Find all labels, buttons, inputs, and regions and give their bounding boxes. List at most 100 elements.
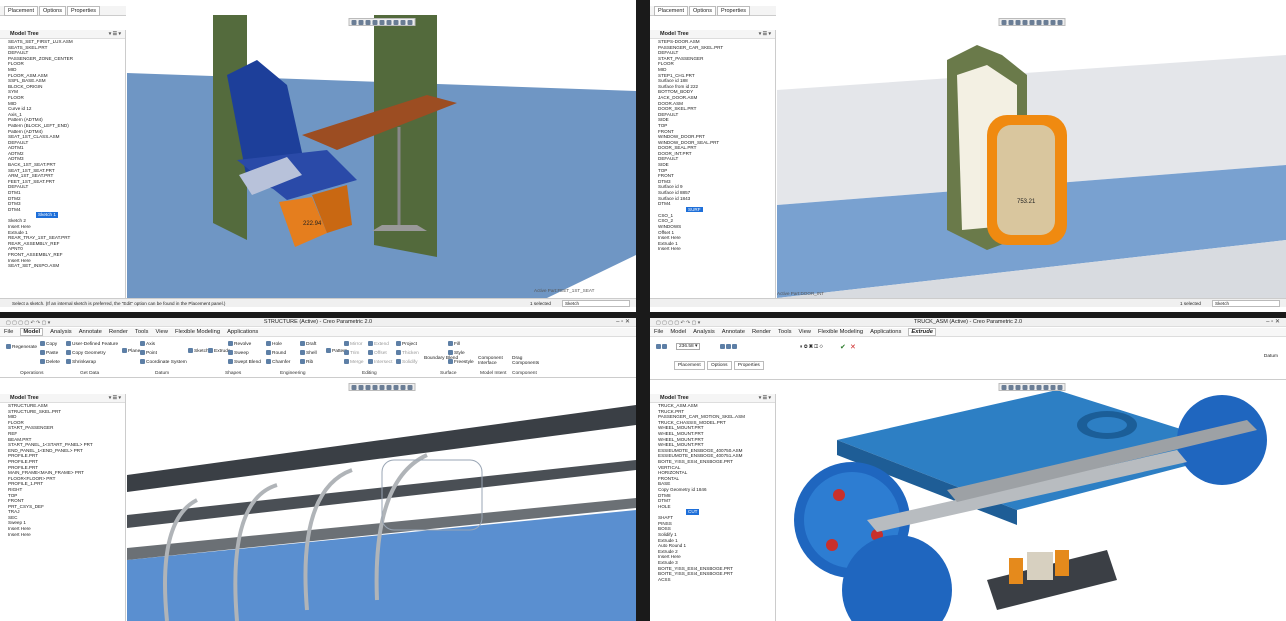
- graphics-area[interactable]: [777, 380, 1286, 621]
- tree-settings-icon[interactable]: ▾ ☰ ▾: [759, 395, 771, 401]
- merge-button[interactable]: Merge: [344, 359, 364, 365]
- selection-filter[interactable]: Sketch: [562, 300, 630, 307]
- csys-button[interactable]: Coordinate System: [140, 359, 187, 365]
- tree-item[interactable]: Insert Here: [0, 532, 125, 538]
- pause-icon[interactable]: ⏸ ◎ ▣ ◫ ◇: [800, 344, 823, 350]
- regenerate-button[interactable]: Regenerate: [6, 344, 37, 350]
- window-controls[interactable]: – ▫ ✕: [616, 318, 630, 327]
- datum-display-icon[interactable]: [400, 384, 405, 390]
- view-manager-icon[interactable]: [393, 384, 398, 390]
- sketch-button[interactable]: Sketch: [188, 348, 209, 354]
- repaint-icon[interactable]: [1022, 19, 1027, 25]
- datum-display-icon[interactable]: [1050, 19, 1055, 25]
- menu-tools[interactable]: Tools: [135, 329, 149, 335]
- menu-analysis[interactable]: Analysis: [693, 329, 715, 335]
- tab-options[interactable]: Options: [39, 5, 66, 16]
- graphics-area[interactable]: 753.21 Active Part:DOOR_INT: [777, 15, 1286, 298]
- tree-item[interactable]: DTM4: [650, 201, 775, 207]
- tab-properties[interactable]: Properties: [66, 5, 101, 16]
- freestyle-button[interactable]: Freestyle: [448, 359, 474, 365]
- trim-button[interactable]: Trim: [344, 350, 359, 356]
- zoom-in-icon[interactable]: [1008, 19, 1013, 25]
- quick-access-toolbar[interactable]: ▢ ▢ ▢ ▢ ↶ ↷ ▢ ▾: [6, 319, 50, 328]
- menu-applications[interactable]: Applications: [870, 329, 901, 335]
- menu-model[interactable]: Model: [20, 328, 44, 336]
- menu-applications[interactable]: Applications: [227, 329, 258, 335]
- copy-button[interactable]: Copy: [40, 341, 57, 347]
- tree-item[interactable]: Insert Here: [650, 246, 775, 252]
- style-button[interactable]: Style: [448, 350, 465, 356]
- display-style-icon[interactable]: [379, 19, 384, 25]
- display-style-icon[interactable]: [1029, 384, 1034, 390]
- tree-item[interactable]: SEAT_SET_INSPO.ASM: [0, 263, 125, 269]
- datum-button[interactable]: Datum: [1264, 354, 1278, 359]
- menu-view[interactable]: View: [799, 329, 811, 335]
- group-shapes[interactable]: Shapes: [225, 371, 241, 376]
- udf-button[interactable]: User-Defined Feature: [66, 341, 118, 347]
- plane-button[interactable]: Plane: [122, 348, 140, 354]
- group-get-data[interactable]: Get Data: [80, 371, 99, 376]
- menu-flexible-modeling[interactable]: Flexible Modeling: [175, 329, 220, 335]
- display-style-icon[interactable]: [379, 384, 384, 390]
- flip-icon[interactable]: [720, 344, 738, 350]
- tab-options[interactable]: Options: [707, 361, 732, 370]
- selection-filter[interactable]: Sketch: [1212, 300, 1280, 307]
- view-manager-icon[interactable]: [1043, 19, 1048, 25]
- menu-render[interactable]: Render: [752, 329, 771, 335]
- spin-center-icon[interactable]: [1057, 19, 1062, 25]
- zoom-in-icon[interactable]: [358, 384, 363, 390]
- depth-type-icon[interactable]: [656, 344, 668, 350]
- zoom-in-icon[interactable]: [358, 19, 363, 25]
- repaint-icon[interactable]: [372, 384, 377, 390]
- window-controls[interactable]: – ▫ ✕: [1266, 318, 1280, 327]
- chamfer-button[interactable]: Chamfer: [266, 359, 290, 365]
- sweep-button[interactable]: Sweep: [228, 350, 249, 356]
- datum-display-icon[interactable]: [400, 19, 405, 25]
- tree-item[interactable]: DTM4: [0, 207, 125, 213]
- ok-icon[interactable]: ✔: [840, 343, 846, 351]
- menu-file[interactable]: File: [654, 329, 663, 335]
- graphics-area[interactable]: [127, 380, 636, 621]
- dimension-label[interactable]: 753.21: [1017, 199, 1036, 205]
- drag-components-button[interactable]: Drag Components: [512, 356, 542, 366]
- draft-button[interactable]: Draft: [300, 341, 316, 347]
- group-editing[interactable]: Editing: [362, 371, 377, 376]
- saved-views-icon[interactable]: [386, 19, 391, 25]
- tree-item[interactable]: CUT: [686, 509, 700, 515]
- group-component[interactable]: Component: [512, 371, 537, 376]
- shell-button[interactable]: Shell: [300, 350, 317, 356]
- dimension-label[interactable]: 222.94: [303, 221, 322, 227]
- extend-button[interactable]: Extend: [368, 341, 389, 347]
- delete-button[interactable]: Delete: [40, 359, 60, 365]
- view-manager-icon[interactable]: [393, 19, 398, 25]
- refit-icon[interactable]: [351, 384, 356, 390]
- tree-item[interactable]: SURF: [686, 206, 703, 213]
- group-model-intent[interactable]: Model Intent: [480, 371, 506, 376]
- project-button[interactable]: Project: [396, 341, 417, 347]
- spin-center-icon[interactable]: [407, 384, 412, 390]
- group-operations[interactable]: Operations: [20, 371, 43, 376]
- tree-settings-icon[interactable]: ▾ ☰ ▾: [109, 395, 121, 401]
- paste-button[interactable]: Paste: [40, 350, 58, 356]
- point-button[interactable]: Point: [140, 350, 157, 356]
- refit-icon[interactable]: [1001, 384, 1006, 390]
- tree-item[interactable]: Sketch 1: [36, 212, 58, 218]
- repaint-icon[interactable]: [372, 19, 377, 25]
- menu-flexible-modeling[interactable]: Flexible Modeling: [818, 329, 863, 335]
- tab-placement[interactable]: Placement: [654, 5, 688, 16]
- group-datum[interactable]: Datum: [155, 371, 169, 376]
- cancel-icon[interactable]: ✕: [850, 343, 856, 351]
- hole-button[interactable]: Hole: [266, 341, 282, 347]
- mirror-button[interactable]: Mirror: [344, 341, 363, 347]
- tree-settings-icon[interactable]: ▾ ☰ ▾: [109, 31, 121, 37]
- round-button[interactable]: Round: [266, 350, 286, 356]
- saved-views-icon[interactable]: [386, 384, 391, 390]
- group-surface[interactable]: Surface: [440, 371, 457, 376]
- zoom-out-icon[interactable]: [1015, 384, 1020, 390]
- axis-button[interactable]: Axis: [140, 341, 155, 347]
- graphics-area[interactable]: 222.94 Active Part:FEET_1ST_SEAT: [127, 15, 636, 298]
- datum-display-icon[interactable]: [1050, 384, 1055, 390]
- rib-button[interactable]: Rib: [300, 359, 313, 365]
- view-manager-icon[interactable]: [1043, 384, 1048, 390]
- menu-file[interactable]: File: [4, 329, 13, 335]
